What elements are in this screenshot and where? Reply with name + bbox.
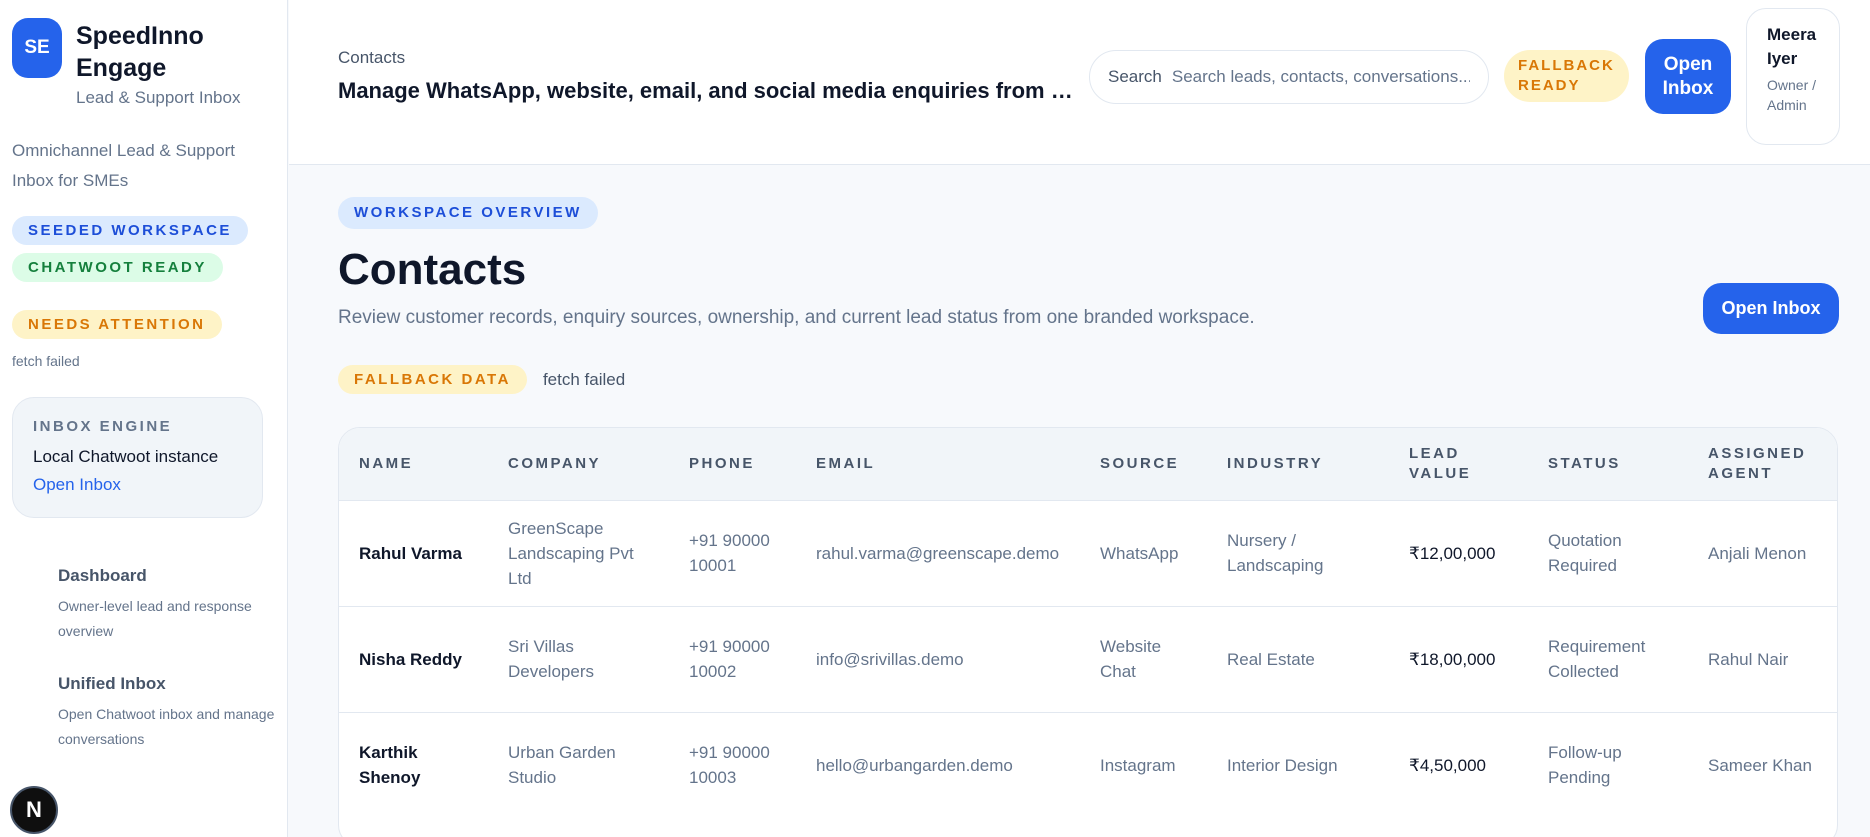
inbox-engine-name: Local Chatwoot instance bbox=[33, 447, 219, 466]
contact-status: Follow-up Pending bbox=[1548, 743, 1622, 788]
brand-tagline: Omnichannel Lead & Support Inbox for SME… bbox=[12, 141, 236, 190]
user-menu[interactable]: Meera Iyer Owner / Admin bbox=[1746, 8, 1840, 145]
fallback-data-badge: FALLBACK DATA bbox=[338, 365, 527, 394]
brand[interactable]: SE SpeedInno Engage Lead & Support Inbox bbox=[12, 18, 275, 108]
sidebar-status-text: fetch failed bbox=[12, 353, 80, 369]
contact-name: Karthik Shenoy bbox=[359, 743, 421, 788]
contact-phone: +91 90000 10001 bbox=[689, 531, 770, 575]
contact-status: Requirement Collected bbox=[1548, 637, 1646, 681]
contacts-table-card: NAME COMPANY PHONE EMAIL SOURCE INDUSTRY… bbox=[338, 427, 1838, 837]
contact-lead-value: ₹12,00,000 bbox=[1409, 543, 1496, 563]
needs-attention-badge: NEEDS ATTENTION bbox=[12, 310, 222, 339]
table-header-row: NAME COMPANY PHONE EMAIL SOURCE INDUSTRY… bbox=[339, 428, 1837, 500]
sidebar: SE SpeedInno Engage Lead & Support Inbox… bbox=[0, 0, 288, 837]
contact-status: Quotation Required bbox=[1548, 531, 1622, 575]
column-header[interactable]: STATUS bbox=[1528, 428, 1688, 500]
contact-company: Sri Villas Developers bbox=[508, 637, 594, 681]
sidebar-item-dashboard[interactable]: Dashboard Owner-level lead and response … bbox=[58, 566, 275, 644]
chatwoot-ready-badge: CHATWOOT READY bbox=[12, 253, 223, 282]
contact-name: Rahul Varma bbox=[359, 543, 462, 563]
fallback-ready-badge: FALLBACK READY bbox=[1504, 50, 1629, 102]
contact-email: info@srivillas.demo bbox=[816, 649, 964, 669]
contact-email: rahul.varma@greenscape.demo bbox=[816, 543, 1060, 563]
page-description: Review customer records, enquiry sources… bbox=[338, 307, 1255, 328]
inbox-engine-card: INBOX ENGINE Local Chatwoot instance Ope… bbox=[12, 397, 263, 518]
page-title: Contacts bbox=[338, 245, 527, 294]
contact-phone: +91 90000 10002 bbox=[689, 637, 770, 681]
table-row[interactable]: Karthik Shenoy Urban Garden Studio +91 9… bbox=[339, 712, 1837, 818]
nextjs-dev-icon[interactable]: N bbox=[10, 786, 58, 834]
column-header[interactable]: PHONE bbox=[669, 428, 796, 500]
contact-agent: Anjali Menon bbox=[1708, 543, 1807, 563]
contact-agent: Rahul Nair bbox=[1708, 649, 1789, 669]
column-header[interactable]: INDUSTRY bbox=[1207, 428, 1389, 500]
sidebar-nav: Dashboard Owner-level lead and response … bbox=[12, 566, 275, 752]
seeded-workspace-badge: SEEDED WORKSPACE bbox=[12, 216, 248, 245]
user-name: Meera Iyer bbox=[1767, 25, 1817, 68]
table-row[interactable]: Rahul Varma GreenScape Landscaping Pvt L… bbox=[339, 500, 1837, 606]
contact-industry: Nursery / Landscaping bbox=[1227, 531, 1324, 575]
contact-source: Website Chat bbox=[1100, 637, 1162, 681]
contact-source: Instagram bbox=[1100, 755, 1176, 775]
contact-industry: Interior Design bbox=[1227, 755, 1338, 775]
brand-logo: SE bbox=[12, 18, 62, 78]
contact-phone: +91 90000 10003 bbox=[689, 743, 770, 788]
user-role: Owner / Admin bbox=[1767, 77, 1817, 113]
topbar: Contacts Manage WhatsApp, website, email… bbox=[289, 0, 1870, 165]
search-input[interactable] bbox=[1171, 67, 1470, 87]
search-box[interactable]: Search bbox=[1089, 50, 1489, 104]
inbox-engine-open-link[interactable]: Open Inbox bbox=[33, 475, 242, 495]
contact-lead-value: ₹18,00,000 bbox=[1409, 649, 1496, 669]
column-header[interactable]: COMPANY bbox=[488, 428, 669, 500]
contacts-table: NAME COMPANY PHONE EMAIL SOURCE INDUSTRY… bbox=[339, 428, 1837, 818]
contact-lead-value: ₹4,50,000 bbox=[1409, 755, 1486, 775]
workspace-overview-badge: WORKSPACE OVERVIEW bbox=[338, 197, 598, 229]
column-header[interactable]: ASSIGNED AGENT bbox=[1688, 428, 1837, 500]
sidebar-item-desc: Open Chatwoot inbox and manage conversat… bbox=[58, 706, 275, 747]
column-header[interactable]: LEAD VALUE bbox=[1389, 428, 1528, 500]
sidebar-item-title: Dashboard bbox=[58, 566, 147, 585]
contact-email: hello@urbangarden.demo bbox=[816, 755, 1013, 775]
sidebar-item-desc: Owner-level lead and response overview bbox=[58, 598, 252, 639]
breadcrumb: Contacts bbox=[338, 48, 406, 67]
brand-subtitle: Lead & Support Inbox bbox=[76, 88, 241, 107]
inbox-engine-title: INBOX ENGINE bbox=[33, 418, 173, 435]
search-label: Search bbox=[1108, 67, 1162, 86]
contact-company: Urban Garden Studio bbox=[508, 743, 616, 788]
contact-name: Nisha Reddy bbox=[359, 649, 462, 669]
column-header[interactable]: SOURCE bbox=[1080, 428, 1207, 500]
contact-agent: Sameer Khan bbox=[1708, 755, 1812, 775]
fallback-row: FALLBACK DATA fetch failed bbox=[338, 365, 625, 394]
contact-industry: Real Estate bbox=[1227, 649, 1315, 669]
topbar-heading: Manage WhatsApp, website, email, and soc… bbox=[338, 78, 1078, 103]
open-inbox-main-button[interactable]: Open Inbox bbox=[1703, 283, 1839, 334]
sidebar-item-unified-inbox[interactable]: Unified Inbox Open Chatwoot inbox and ma… bbox=[58, 674, 275, 752]
fallback-status: fetch failed bbox=[542, 369, 626, 389]
sidebar-item-title: Unified Inbox bbox=[58, 674, 166, 693]
open-inbox-button[interactable]: Open Inbox bbox=[1645, 39, 1731, 114]
column-header[interactable]: NAME bbox=[339, 428, 488, 500]
contact-company: GreenScape Landscaping Pvt Ltd bbox=[508, 518, 634, 588]
contact-source: WhatsApp bbox=[1100, 543, 1179, 563]
table-row[interactable]: Nisha Reddy Sri Villas Developers +91 90… bbox=[339, 606, 1837, 712]
column-header[interactable]: EMAIL bbox=[796, 428, 1080, 500]
brand-name: SpeedInno Engage bbox=[76, 22, 204, 82]
